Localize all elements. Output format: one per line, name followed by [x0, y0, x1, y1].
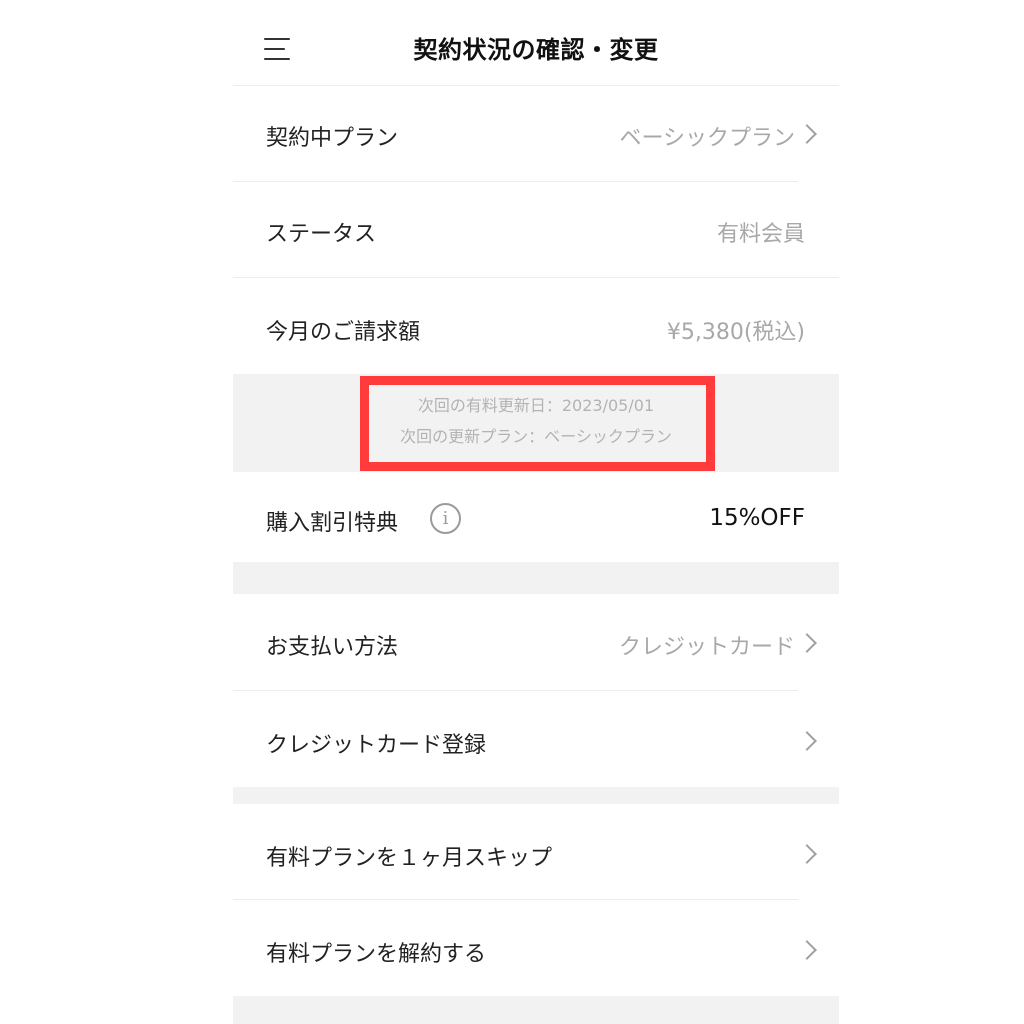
current-plan-label: 契約中プラン	[266, 126, 399, 151]
chevron-right-icon	[797, 731, 817, 751]
row-skip-month[interactable]: 有料プランを１ヶ月スキップ	[233, 804, 839, 900]
row-discount: 購入割引特典 i 15%OFF	[233, 472, 839, 562]
discount-label: 購入割引特典	[266, 511, 399, 536]
section-spacer	[233, 996, 839, 1024]
row-card-register[interactable]: クレジットカード登録	[233, 691, 839, 787]
row-current-plan[interactable]: 契約中プラン ベーシックプラン	[233, 87, 839, 182]
billing-value: ¥5,380(税込)	[666, 320, 805, 345]
skip-month-label: 有料プランを１ヶ月スキップ	[266, 846, 553, 871]
section-spacer	[233, 787, 839, 804]
renewal-plan-text: 次回の更新プラン：ベーシックプラン	[400, 427, 672, 446]
chevron-right-icon	[797, 940, 817, 960]
payment-method-value: クレジットカード	[618, 635, 795, 660]
status-label: ステータス	[266, 222, 377, 247]
contract-screen: 契約状況の確認・変更 契約中プラン ベーシックプラン ステータス 有料会員 今月…	[233, 0, 839, 1024]
row-payment-method[interactable]: お支払い方法 クレジットカード	[233, 594, 839, 691]
current-plan-value: ベーシックプラン	[619, 126, 795, 151]
cancel-plan-label: 有料プランを解約する	[266, 942, 487, 967]
renewal-notice: 次回の有料更新日：2023/05/01 次回の更新プラン：ベーシックプラン	[233, 374, 839, 472]
section-spacer	[233, 562, 839, 594]
row-billing: 今月のご請求額 ¥5,380(税込)	[233, 278, 839, 374]
row-status: ステータス 有料会員	[233, 182, 839, 278]
app-header: 契約状況の確認・変更	[233, 0, 839, 86]
page-title: 契約状況の確認・変更	[413, 36, 659, 64]
row-cancel-plan[interactable]: 有料プランを解約する	[233, 900, 839, 996]
info-icon[interactable]: i	[430, 503, 461, 534]
billing-label: 今月のご請求額	[266, 320, 421, 345]
chevron-right-icon	[797, 124, 817, 144]
chevron-right-icon	[797, 633, 817, 653]
discount-value: 15%OFF	[709, 505, 805, 531]
payment-method-label: お支払い方法	[266, 635, 399, 660]
chevron-right-icon	[797, 844, 817, 864]
renewal-date-text: 次回の有料更新日：2023/05/01	[417, 396, 655, 415]
card-register-label: クレジットカード登録	[266, 733, 487, 758]
status-value: 有料会員	[716, 222, 805, 247]
